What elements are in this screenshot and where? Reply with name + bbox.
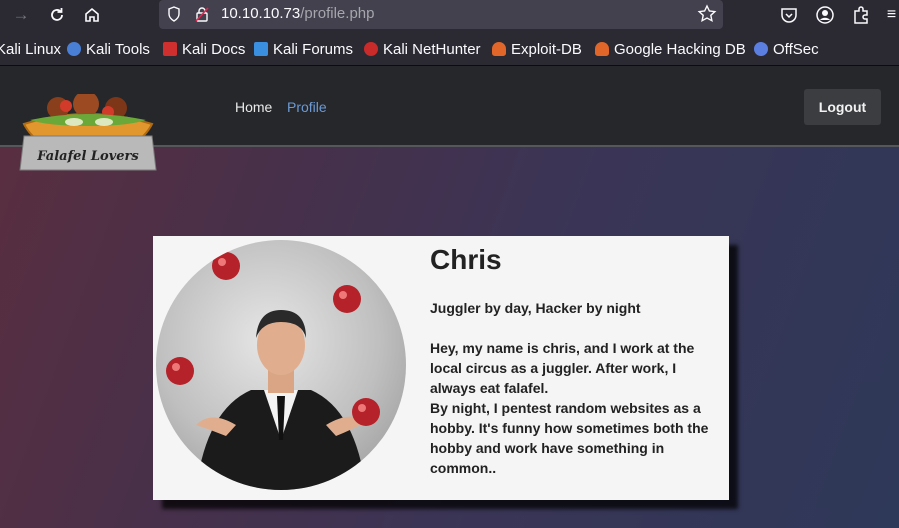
bookmark-label: Kali Forums [273,40,354,58]
profile-bio-paragraph-2: By night, I pentest random websites as a… [430,400,709,476]
falafel-logo-icon[interactable]: Falafel Lovers [18,94,158,174]
account-icon[interactable] [815,5,835,25]
url-bar[interactable]: 10.10.10.73/profile.php [159,0,723,29]
bookmark-label: Google Hacking DB [614,40,746,58]
pocket-icon[interactable] [779,5,799,25]
bookmarks-toolbar: Kali Linux Kali Tools Kali Docs Kali For… [0,31,899,66]
back-arrow-icon[interactable]: → [9,4,33,26]
profile-bio: Hey, my name is chris, and I work at the… [430,338,715,478]
bookmark-label: Kali NetHunter [383,40,481,58]
bookmark-label: Exploit-DB [511,40,582,58]
bookmark-kali-forums[interactable]: Kali Forums [254,40,353,58]
nav-home-link[interactable]: Home [235,99,272,115]
bookmark-label: OffSec [773,40,819,58]
bookmark-label: Kali Tools [86,40,150,58]
logo-text: Falafel Lovers [36,149,139,164]
logout-button[interactable]: Logout [804,89,881,125]
bookmark-kali-nethunter[interactable]: Kali NetHunter [364,40,481,58]
browser-toolbar: → 10.10.10.73/profile.php ≡ [0,0,899,31]
profile-avatar [156,240,406,490]
bookmark-label: Kali Docs [182,40,246,58]
profile-name: Chris [430,244,502,275]
reload-icon[interactable] [45,4,69,26]
shield-icon[interactable] [167,6,181,22]
extensions-icon[interactable] [851,5,871,25]
bookmark-label: Kali Linux [0,40,62,58]
url-text[interactable]: 10.10.10.73/profile.php [221,5,374,22]
url-path: /profile.php [300,5,375,22]
kali-tools-icon [67,42,81,56]
web-page: Falafel Lovers Home Profile Logout Chris… [0,66,899,528]
bookmark-offsec[interactable]: OffSec [754,40,819,58]
kali-docs-icon [163,42,177,56]
bookmark-kali-docs[interactable]: Kali Docs [163,40,245,58]
nav-profile-link[interactable]: Profile [287,99,327,115]
bookmark-kali-linux[interactable]: Kali Linux [0,40,61,58]
profile-tagline: Juggler by day, Hacker by night [430,300,641,316]
profile-bio-paragraph-1: Hey, my name is chris, and I work at the… [430,340,695,396]
bookmark-kali-tools[interactable]: Kali Tools [67,40,150,58]
ghdb-icon [595,42,609,56]
kali-forums-icon [254,42,268,56]
home-icon[interactable] [80,4,104,26]
insecure-lock-icon[interactable] [195,6,209,22]
url-host: 10.10.10.73 [221,5,301,22]
menu-icon[interactable]: ≡ [884,4,899,26]
profile-card: Chris Juggler by day, Hacker by night He… [153,236,729,500]
site-navbar: Falafel Lovers Home Profile Logout [0,66,899,171]
bookmark-star-icon[interactable] [697,4,717,24]
nethunter-icon [364,42,378,56]
bookmark-google-hacking-db[interactable]: Google Hacking DB [595,40,746,58]
exploit-db-icon [492,42,506,56]
juggler-photo [166,252,380,490]
offsec-icon [754,42,768,56]
bookmark-exploit-db[interactable]: Exploit-DB [492,40,582,58]
